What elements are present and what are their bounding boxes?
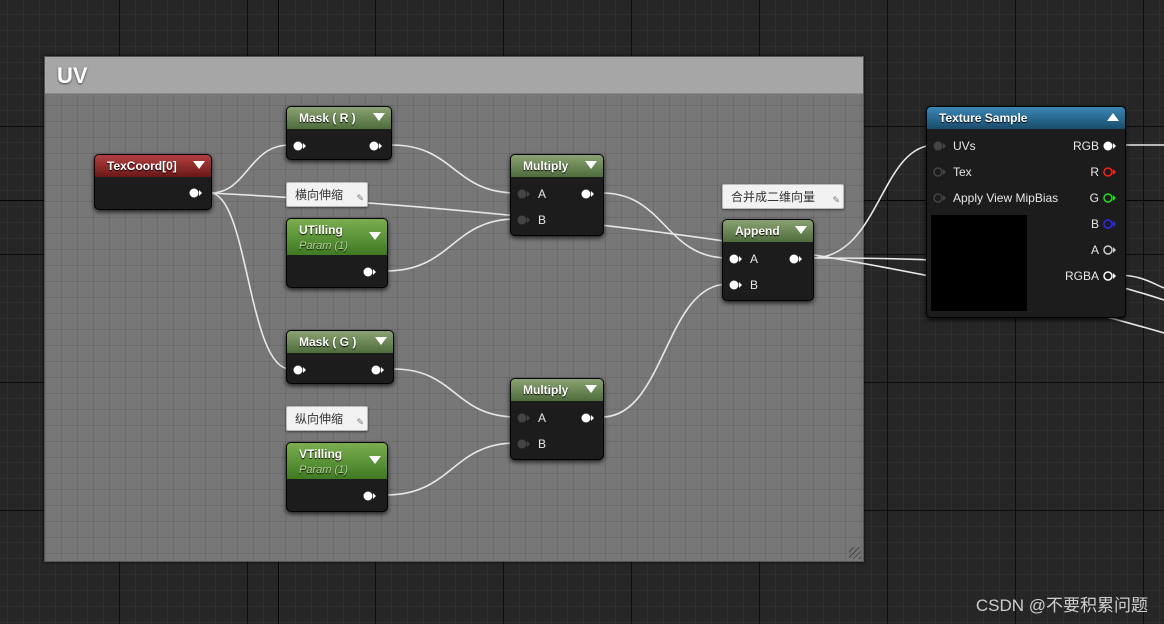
output-pin-icon[interactable] xyxy=(189,187,203,199)
multiply-2-header[interactable]: Multiply xyxy=(511,379,603,401)
output-pin-rgb-icon[interactable] xyxy=(1103,140,1117,152)
input-pin-icon[interactable] xyxy=(293,140,307,152)
node-title: Append xyxy=(735,224,780,238)
wire-mask-r-multiply1-a xyxy=(391,144,517,194)
input-label-a: A xyxy=(538,411,547,425)
output-pin-icon[interactable] xyxy=(369,140,383,152)
output-label-rgb: RGB xyxy=(1072,139,1099,153)
input-pin-mipbias-icon[interactable] xyxy=(933,192,947,204)
collapse-arrow-icon[interactable] xyxy=(369,232,381,240)
input-pin-b-icon[interactable] xyxy=(729,279,743,291)
input-pin-b-icon[interactable] xyxy=(517,438,531,450)
collapse-arrow-icon[interactable] xyxy=(585,161,597,169)
wire-multiply1-append-a xyxy=(601,192,729,259)
node-subtitle: Param (1) xyxy=(299,240,348,252)
output-pin-icon[interactable] xyxy=(363,266,377,278)
output-label-g: G xyxy=(1089,191,1099,205)
comment-note-append[interactable]: 合并成二维向量 ✎ xyxy=(722,184,844,209)
pin-note-icon[interactable]: ✎ xyxy=(356,186,364,211)
texture-preview xyxy=(931,215,1027,311)
output-pin-icon[interactable] xyxy=(371,364,385,376)
vtilling-node[interactable]: VTilling Param (1) xyxy=(286,442,388,512)
node-title: TexCoord[0] xyxy=(107,159,177,173)
comment-note-u[interactable]: 横向伸缩 ✎ xyxy=(286,182,368,207)
collapse-arrow-icon[interactable] xyxy=(373,113,385,121)
input-pin-uvs-icon[interactable] xyxy=(933,140,947,152)
pin-note-icon[interactable]: ✎ xyxy=(832,188,840,213)
collapse-arrow-icon[interactable] xyxy=(375,337,387,345)
texture-sample-header[interactable]: Texture Sample xyxy=(927,107,1125,129)
input-label-b: B xyxy=(538,437,547,451)
wire-mask-g-multiply2-a xyxy=(393,368,517,418)
input-label-b: B xyxy=(750,278,759,292)
node-title: Multiply xyxy=(523,159,569,173)
node-title: UTilling xyxy=(299,223,343,237)
mask-g-header[interactable]: Mask ( G ) xyxy=(287,331,393,353)
vtilling-header[interactable]: VTilling Param (1) xyxy=(287,443,387,479)
output-pin-icon[interactable] xyxy=(581,412,595,424)
output-pin-g-icon[interactable] xyxy=(1103,192,1117,204)
output-pin-b-icon[interactable] xyxy=(1103,218,1117,230)
output-pin-a-icon[interactable] xyxy=(1103,244,1117,256)
node-title: Multiply xyxy=(523,383,569,397)
note-text: 横向伸缩 xyxy=(295,188,344,202)
input-pin-b-icon[interactable] xyxy=(517,214,531,226)
texcoord-header[interactable]: TexCoord[0] xyxy=(95,155,211,177)
utilling-node[interactable]: UTilling Param (1) xyxy=(286,218,388,288)
input-label-mipbias: Apply View MipBias xyxy=(953,191,1059,205)
output-pin-rgba-icon[interactable] xyxy=(1103,270,1117,282)
input-pin-a-icon[interactable] xyxy=(517,412,531,424)
input-pin-a-icon[interactable] xyxy=(517,188,531,200)
wire-utilling-multiply1-b xyxy=(385,218,517,272)
input-label-tex: Tex xyxy=(953,165,972,179)
output-label-a: A xyxy=(1090,243,1099,257)
collapse-arrow-icon[interactable] xyxy=(585,385,597,393)
input-pin-a-icon[interactable] xyxy=(729,253,743,265)
mask-r-node[interactable]: Mask ( R ) xyxy=(286,106,392,160)
output-label-r: R xyxy=(1090,165,1099,179)
output-pin-r-icon[interactable] xyxy=(1103,166,1117,178)
mask-r-header[interactable]: Mask ( R ) xyxy=(287,107,391,129)
pin-note-icon[interactable]: ✎ xyxy=(356,410,364,435)
input-label-a: A xyxy=(538,187,547,201)
node-title: VTilling xyxy=(299,447,343,461)
collapse-arrow-icon[interactable] xyxy=(795,226,807,234)
note-text: 合并成二维向量 xyxy=(731,190,816,204)
output-label-rgba: RGBA xyxy=(1064,269,1099,283)
wire-texcoord-mask-r xyxy=(209,144,291,194)
collapse-arrow-icon[interactable] xyxy=(369,456,381,464)
wire-texcoord-mask-g xyxy=(209,192,291,370)
wire-multiply2-append-b xyxy=(601,283,729,418)
output-pin-icon[interactable] xyxy=(581,188,595,200)
append-node[interactable]: Append A B xyxy=(722,219,814,301)
multiply-node-1[interactable]: Multiply A B xyxy=(510,154,604,236)
input-label-a: A xyxy=(750,252,759,266)
wire-vtilling-multiply2-b xyxy=(385,442,517,496)
comment-note-v[interactable]: 纵向伸缩 ✎ xyxy=(286,406,368,431)
node-title: Mask ( G ) xyxy=(299,335,357,349)
multiply-node-2[interactable]: Multiply A B xyxy=(510,378,604,460)
input-pin-icon[interactable] xyxy=(293,364,307,376)
collapse-arrow-icon[interactable] xyxy=(1107,113,1119,121)
node-title: Texture Sample xyxy=(939,111,1028,125)
note-text: 纵向伸缩 xyxy=(295,412,344,426)
texture-sample-node[interactable]: Texture Sample UVs Tex Apply View MipBia… xyxy=(926,106,1126,318)
texcoord-node[interactable]: TexCoord[0] xyxy=(94,154,212,210)
append-header[interactable]: Append xyxy=(723,220,813,242)
input-label-b: B xyxy=(538,213,547,227)
utilling-header[interactable]: UTilling Param (1) xyxy=(287,219,387,255)
output-pin-icon[interactable] xyxy=(789,253,803,265)
input-pin-tex-icon[interactable] xyxy=(933,166,947,178)
output-label-b: B xyxy=(1090,217,1099,231)
output-pin-icon[interactable] xyxy=(363,490,377,502)
collapse-arrow-icon[interactable] xyxy=(193,161,205,169)
node-subtitle: Param (1) xyxy=(299,464,348,476)
watermark: CSDN @不要积累问题 xyxy=(975,596,1148,615)
mask-g-node[interactable]: Mask ( G ) xyxy=(286,330,394,384)
node-title: Mask ( R ) xyxy=(299,111,356,125)
input-label-uvs: UVs xyxy=(953,139,976,153)
multiply-1-header[interactable]: Multiply xyxy=(511,155,603,177)
